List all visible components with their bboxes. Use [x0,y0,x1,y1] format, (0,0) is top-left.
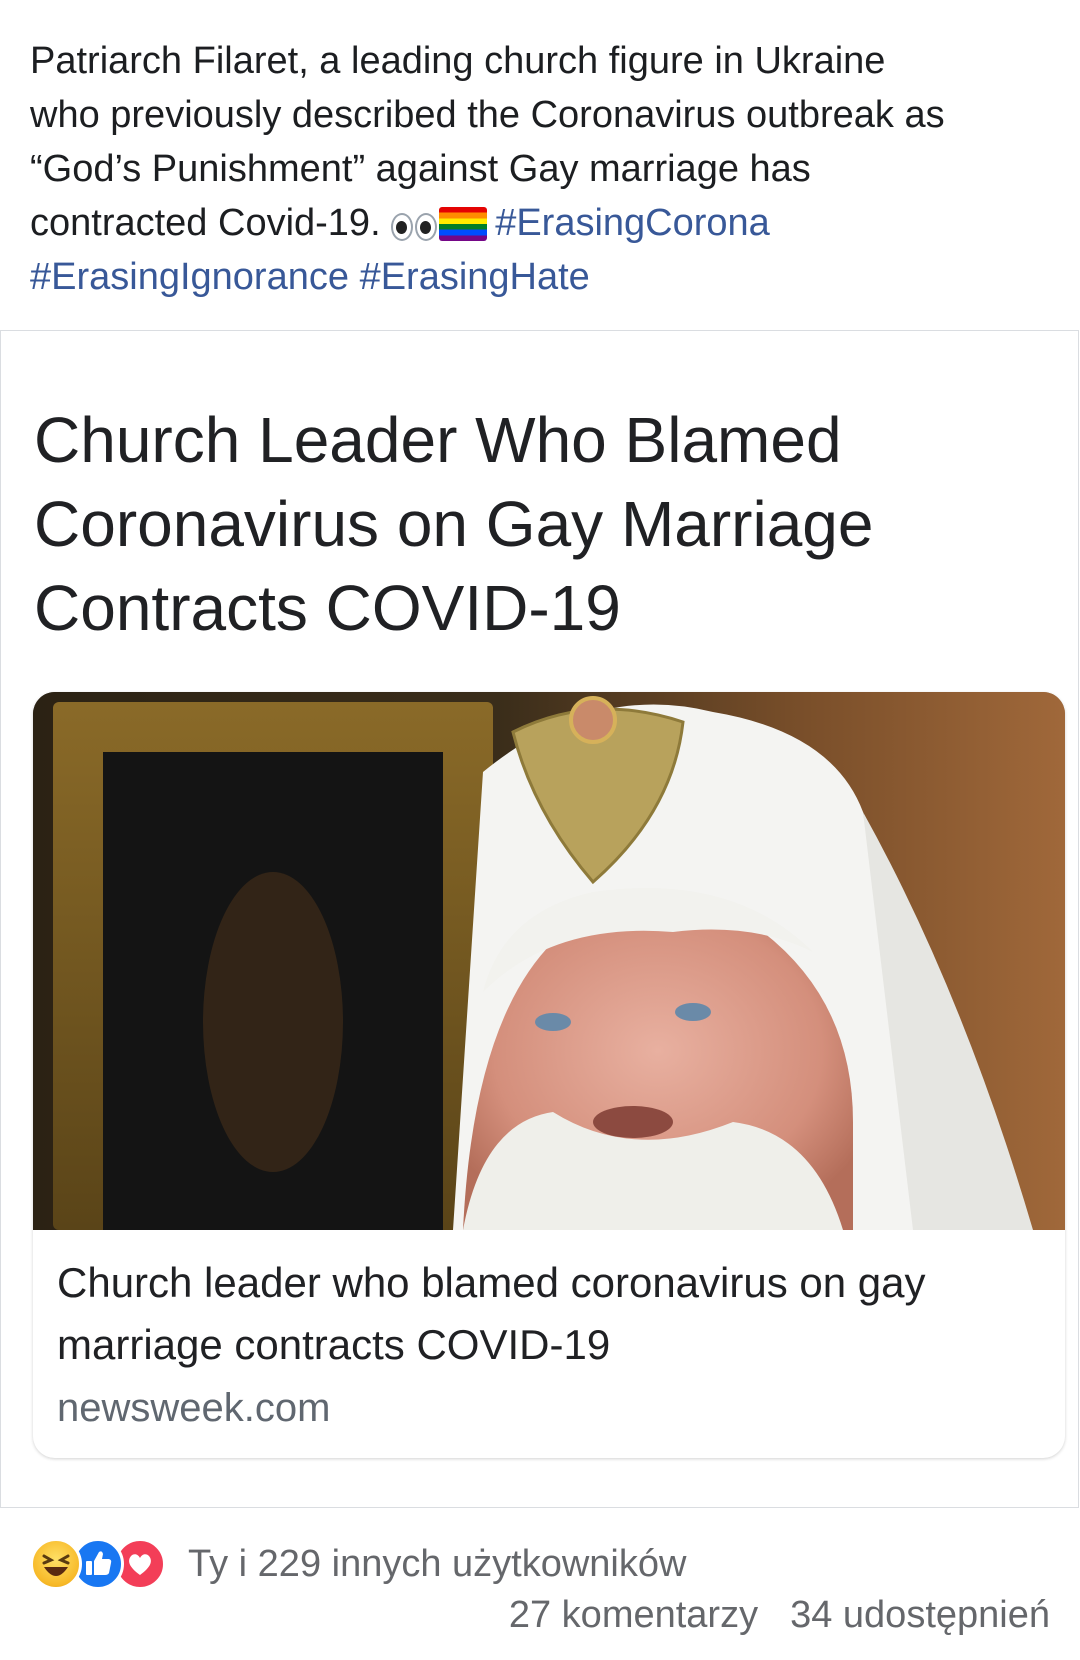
hashtag-erasing-hate[interactable]: #ErasingHate [360,256,590,298]
eye-right-icon [415,213,438,241]
reactions-bar[interactable]: Ty i 229 innych użytkowników [30,1536,686,1592]
shared-image-headline: Church Leader Who Blamed Coronavirus on … [34,404,874,644]
hashtag-erasing-ignorance[interactable]: #ErasingIgnorance [30,256,349,298]
shares-count[interactable]: 34 udostępnień [790,1594,1050,1637]
article-photo [33,692,1065,1230]
eyes-emoji-icon [391,213,438,241]
haha-reaction-icon [30,1538,82,1590]
reactions-summary[interactable]: Ty i 229 innych użytkowników [188,1543,686,1586]
engagement-counts: 27 komentarzy 34 udostępnień [509,1594,1050,1637]
rainbow-flag-icon [439,207,488,241]
link-caption: Church leader who blamed coronavirus on … [57,1252,1047,1438]
link-domain: newsweek.com [57,1386,331,1430]
comments-count[interactable]: 27 komentarzy [509,1594,758,1637]
hashtag-erasing-corona[interactable]: #ErasingCorona [495,202,770,244]
link-title[interactable]: Church leader who blamed coronavirus on … [57,1252,1047,1376]
post-text-line-4: contracted Covid-19. [30,202,381,244]
eye-left-icon [391,213,414,241]
post-text: Patriarch Filaret, a leading church figu… [30,34,1060,304]
reaction-icons[interactable] [30,1538,166,1590]
post-text-line-1: Patriarch Filaret, a leading church figu… [30,40,886,82]
link-preview-card[interactable]: Church leader who blamed coronavirus on … [33,692,1065,1458]
post-text-line-3: “God’s Punishment” against Gay marriage … [30,148,811,190]
post-text-line-2: who previously described the Coronavirus… [30,94,945,136]
